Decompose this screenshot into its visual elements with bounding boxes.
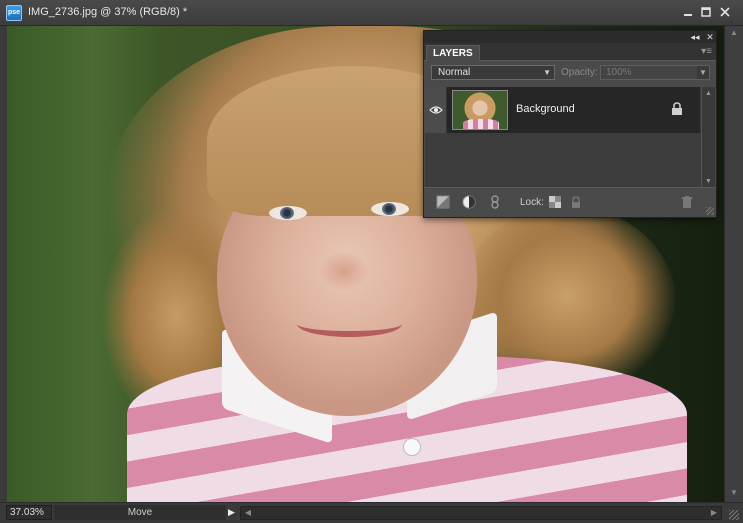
new-layer-icon[interactable] xyxy=(436,195,450,209)
scroll-down-icon[interactable]: ▼ xyxy=(703,176,714,187)
panel-tab-bar: LAYERS ▾≡ xyxy=(424,43,716,61)
lock-all-icon[interactable] xyxy=(569,195,583,209)
link-layers-icon[interactable] xyxy=(488,195,502,209)
panel-menu-icon[interactable]: ▾≡ xyxy=(701,46,712,57)
vertical-scrollbar[interactable]: ▲ ▼ xyxy=(724,26,743,502)
status-menu-arrow-icon[interactable]: ▶ xyxy=(228,506,238,519)
layer-name: Background xyxy=(516,103,575,115)
zoom-input[interactable]: 37.03% xyxy=(6,505,52,520)
layer-visibility-toggle[interactable] xyxy=(425,87,447,133)
adjustment-layer-icon[interactable] xyxy=(462,195,476,209)
maximize-icon[interactable] xyxy=(699,6,713,20)
layer-list: Background ▲ ▼ xyxy=(425,87,715,188)
document-title: IMG_2736.jpg @ 37% (RGB/8) * xyxy=(28,6,188,18)
scroll-left-icon[interactable]: ◀ xyxy=(242,507,254,519)
layer-thumbnail xyxy=(452,90,508,130)
close-icon[interactable] xyxy=(718,6,732,20)
blend-options-row: Normal ▼ Opacity: 100% ▼ xyxy=(424,61,716,83)
eye-icon xyxy=(429,106,443,114)
scroll-down-icon[interactable]: ▼ xyxy=(728,488,740,500)
lock-label: Lock: xyxy=(520,197,544,208)
chevron-down-icon[interactable]: ▼ xyxy=(697,66,709,79)
chevron-down-icon: ▼ xyxy=(543,68,551,77)
layer-row-background[interactable]: Background xyxy=(425,87,700,133)
close-icon[interactable]: ✕ xyxy=(705,31,715,43)
blend-mode-dropdown[interactable]: Normal ▼ xyxy=(431,65,555,80)
photo-eye-left xyxy=(269,206,307,220)
layer-list-scrollbar[interactable]: ▲ ▼ xyxy=(701,87,715,188)
current-tool-label: Move xyxy=(54,505,226,520)
opacity-value: 100% xyxy=(606,67,632,78)
panel-resize-grip[interactable] xyxy=(706,207,714,215)
double-chevron-left-icon[interactable]: ◂◂ xyxy=(690,31,700,43)
trash-icon[interactable] xyxy=(680,195,694,209)
app-icon: pse xyxy=(6,5,22,21)
blend-mode-value: Normal xyxy=(438,67,471,78)
document-title-bar: pse IMG_2736.jpg @ 37% (RGB/8) * xyxy=(0,0,743,26)
window-resize-grip[interactable] xyxy=(729,510,739,520)
photo-mouth xyxy=(297,311,402,337)
scroll-up-icon[interactable]: ▲ xyxy=(728,28,740,40)
opacity-field[interactable]: 100% ▼ xyxy=(600,65,710,80)
panel-header-strip: ◂◂ ✕ xyxy=(424,31,716,43)
scroll-right-icon[interactable]: ▶ xyxy=(708,507,720,519)
scroll-up-icon[interactable]: ▲ xyxy=(703,88,714,99)
tab-layers[interactable]: LAYERS xyxy=(426,45,480,61)
photo-nose xyxy=(319,251,369,291)
minimize-icon[interactable] xyxy=(681,6,695,20)
status-bar: 37.03% Move ▶ ◀ ▶ xyxy=(0,502,743,523)
photo-shirt-button xyxy=(403,438,421,456)
lock-transparent-pixels-icon[interactable] xyxy=(548,195,562,209)
photo-eye-right xyxy=(371,202,409,216)
opacity-label: Opacity: xyxy=(561,67,598,78)
layers-panel: ◂◂ ✕ LAYERS ▾≡ Normal ▼ Opacity: 100% ▼ … xyxy=(423,30,717,218)
lock-icon xyxy=(672,102,682,115)
horizontal-scrollbar[interactable]: ◀ ▶ xyxy=(240,506,722,520)
layers-panel-footer: Lock: xyxy=(424,187,716,217)
